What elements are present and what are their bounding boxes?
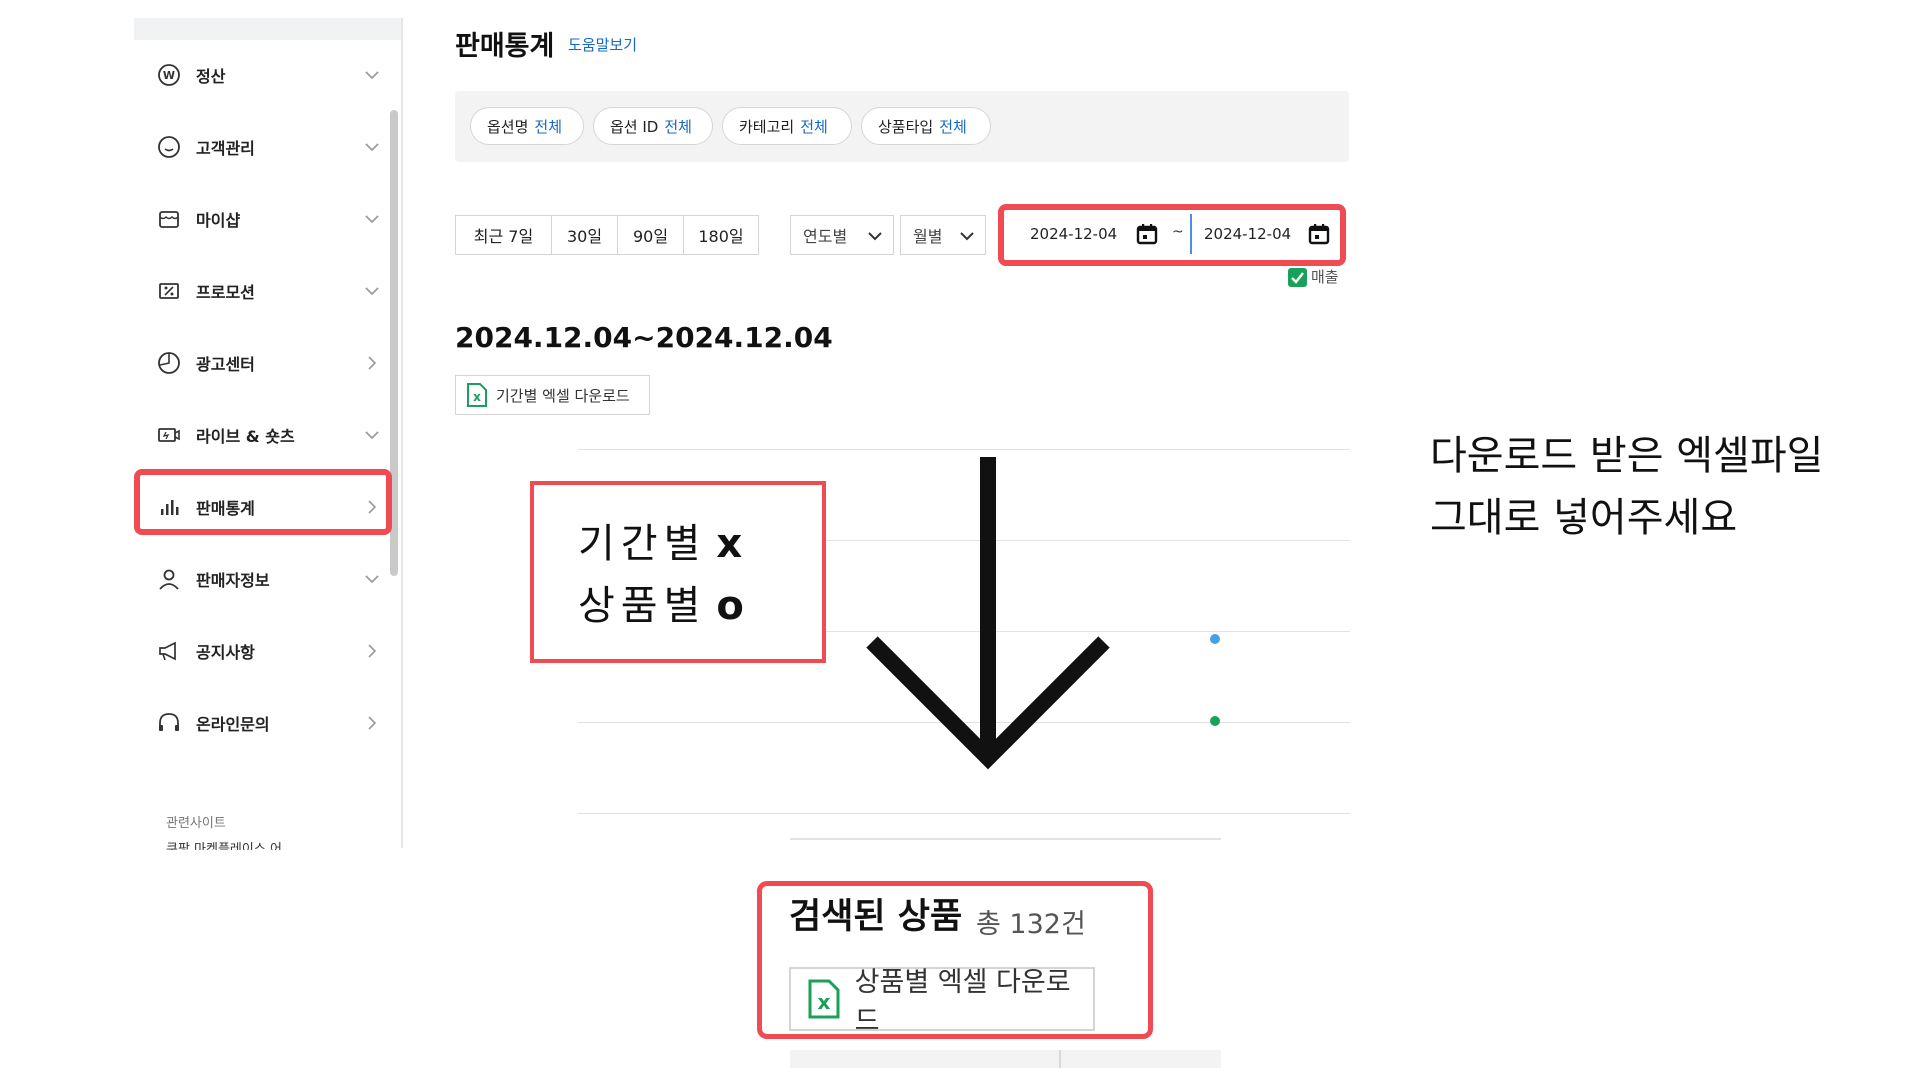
- month-dropdown[interactable]: 월별: [900, 215, 986, 255]
- sales-checkbox-label: 매출: [1311, 268, 1339, 286]
- megaphone-icon: [156, 638, 182, 664]
- sales-checkbox[interactable]: [1288, 268, 1307, 287]
- check-icon: [1291, 272, 1304, 284]
- sidebar-item-label: 판매자정보: [196, 571, 270, 590]
- chevron-down-icon: [365, 431, 379, 440]
- filter-chip-option-id[interactable]: 옵션 ID 전체: [593, 107, 713, 145]
- smile-icon: [156, 134, 182, 160]
- sidebar-item-ad-center[interactable]: 광고센터: [156, 343, 384, 383]
- note-line: 다운로드 받은 엑셀파일: [1430, 433, 1824, 479]
- button-label: 기간별 엑셀 다운로드: [496, 386, 630, 405]
- annotation-line-product: 상품별 o: [578, 573, 744, 631]
- chart-point-green: [1210, 716, 1220, 726]
- sidebar-item-label: 마이샵: [196, 211, 241, 230]
- help-link[interactable]: 도움말보기: [568, 34, 637, 55]
- annotation-line-period: 기간별 x: [578, 511, 742, 569]
- annotation-text: 기간별: [578, 521, 707, 567]
- sidebar-item-myshop[interactable]: 마이샵: [156, 199, 384, 239]
- annotation-mark: o: [716, 583, 744, 629]
- chart-gridline: [578, 813, 1350, 814]
- sidebar-item-label: 온라인문의: [196, 715, 270, 734]
- headset-icon: [156, 710, 182, 736]
- divider-line: [790, 838, 1221, 840]
- period-button-180d[interactable]: 180일: [683, 215, 759, 255]
- chevron-right-icon: [368, 356, 377, 370]
- svg-text:W: W: [163, 69, 175, 82]
- sidebar-divider: [401, 18, 403, 848]
- annotation-text: 상품별: [578, 583, 707, 629]
- highlight-box-date-range: [998, 204, 1346, 266]
- sidebar-top-bar: [134, 18, 402, 40]
- chip-label: 카테고리: [739, 117, 795, 136]
- dropdown-label: 월별: [913, 227, 943, 246]
- chip-value: 전체: [800, 117, 828, 136]
- coupon-icon: [156, 278, 182, 304]
- sidebar-item-label: 광고센터: [196, 355, 255, 374]
- person-icon: [156, 566, 182, 592]
- table-header-strip: [790, 1050, 1221, 1068]
- filter-chip-option-name[interactable]: 옵션명 전체: [470, 107, 584, 145]
- filter-chip-product-type[interactable]: 상품타입 전체: [861, 107, 991, 145]
- period-excel-download-button[interactable]: x 기간별 엑셀 다운로드: [455, 375, 650, 415]
- chevron-down-icon: [365, 575, 379, 584]
- period-button-30d[interactable]: 30일: [551, 215, 618, 255]
- sidebar-item-label: 고객관리: [196, 139, 255, 158]
- annotation-box: 기간별 x 상품별 o: [530, 481, 826, 663]
- sidebar-item-label: 라이브 & 숏츠: [196, 427, 295, 446]
- year-dropdown[interactable]: 연도별: [790, 215, 894, 255]
- annotation-mark: x: [716, 521, 743, 567]
- chip-label: 옵션명: [487, 117, 529, 136]
- sidebar-item-label: 공지사항: [196, 643, 255, 662]
- chevron-right-icon: [368, 644, 377, 658]
- chip-label: 상품타입: [878, 117, 934, 136]
- period-button-90d[interactable]: 90일: [617, 215, 684, 255]
- sidebar-item-promotion[interactable]: 프로모션: [156, 271, 384, 311]
- table-header-divider: [1059, 1050, 1061, 1068]
- excel-icon: x: [467, 383, 487, 407]
- page-title: 판매통계: [455, 31, 555, 62]
- chevron-down-icon: [365, 71, 379, 80]
- live-icon: [156, 422, 182, 448]
- dropdown-label: 연도별: [803, 227, 848, 246]
- related-site-link[interactable]: 쿠팡 마켓플레이스 어: [166, 842, 316, 850]
- filter-chip-category[interactable]: 카테고리 전체: [722, 107, 852, 145]
- sidebar-item-notice[interactable]: 공지사항: [156, 631, 384, 671]
- range-heading: 2024.12.04~2024.12.04: [455, 321, 833, 354]
- won-icon: W: [156, 62, 182, 88]
- annotation-note: 다운로드 받은 엑셀파일 그대로 넣어주세요: [1430, 425, 1823, 549]
- sidebar-item-online-inquiry[interactable]: 온라인문의: [156, 703, 384, 743]
- chart-gridline: [578, 449, 1350, 450]
- related-sites-label: 관련사이트: [166, 816, 226, 831]
- chevron-down-icon: [365, 215, 379, 224]
- chevron-right-icon: [368, 716, 377, 730]
- highlight-box-products: [757, 881, 1153, 1039]
- chevron-down-icon: [365, 143, 379, 152]
- note-line: 그대로 넣어주세요: [1430, 495, 1738, 541]
- sidebar-item-label: 프로모션: [196, 283, 255, 302]
- sidebar-item-settlement[interactable]: W 정산: [156, 55, 384, 95]
- sidebar-item-seller-info[interactable]: 판매자정보: [156, 559, 384, 599]
- period-button-7d[interactable]: 최근 7일: [455, 215, 552, 255]
- chevron-down-icon: [960, 232, 974, 241]
- highlight-box-sidebar: [134, 469, 392, 535]
- sidebar-item-live-shorts[interactable]: 라이브 & 숏츠: [156, 415, 384, 455]
- chart-point-blue: [1210, 634, 1220, 644]
- chip-label: 옵션 ID: [610, 117, 659, 136]
- chevron-down-icon: [868, 232, 882, 241]
- chevron-down-icon: [365, 287, 379, 296]
- chip-value: 전체: [939, 117, 967, 136]
- sidebar-item-customers[interactable]: 고객관리: [156, 127, 384, 167]
- pie-icon: [156, 350, 182, 376]
- down-arrow-icon: [866, 457, 1110, 770]
- chip-value: 전체: [664, 117, 692, 136]
- chip-value: 전체: [534, 117, 563, 136]
- shop-icon: [156, 206, 182, 232]
- sidebar-item-label: 정산: [196, 67, 226, 86]
- svg-text:x: x: [473, 390, 481, 404]
